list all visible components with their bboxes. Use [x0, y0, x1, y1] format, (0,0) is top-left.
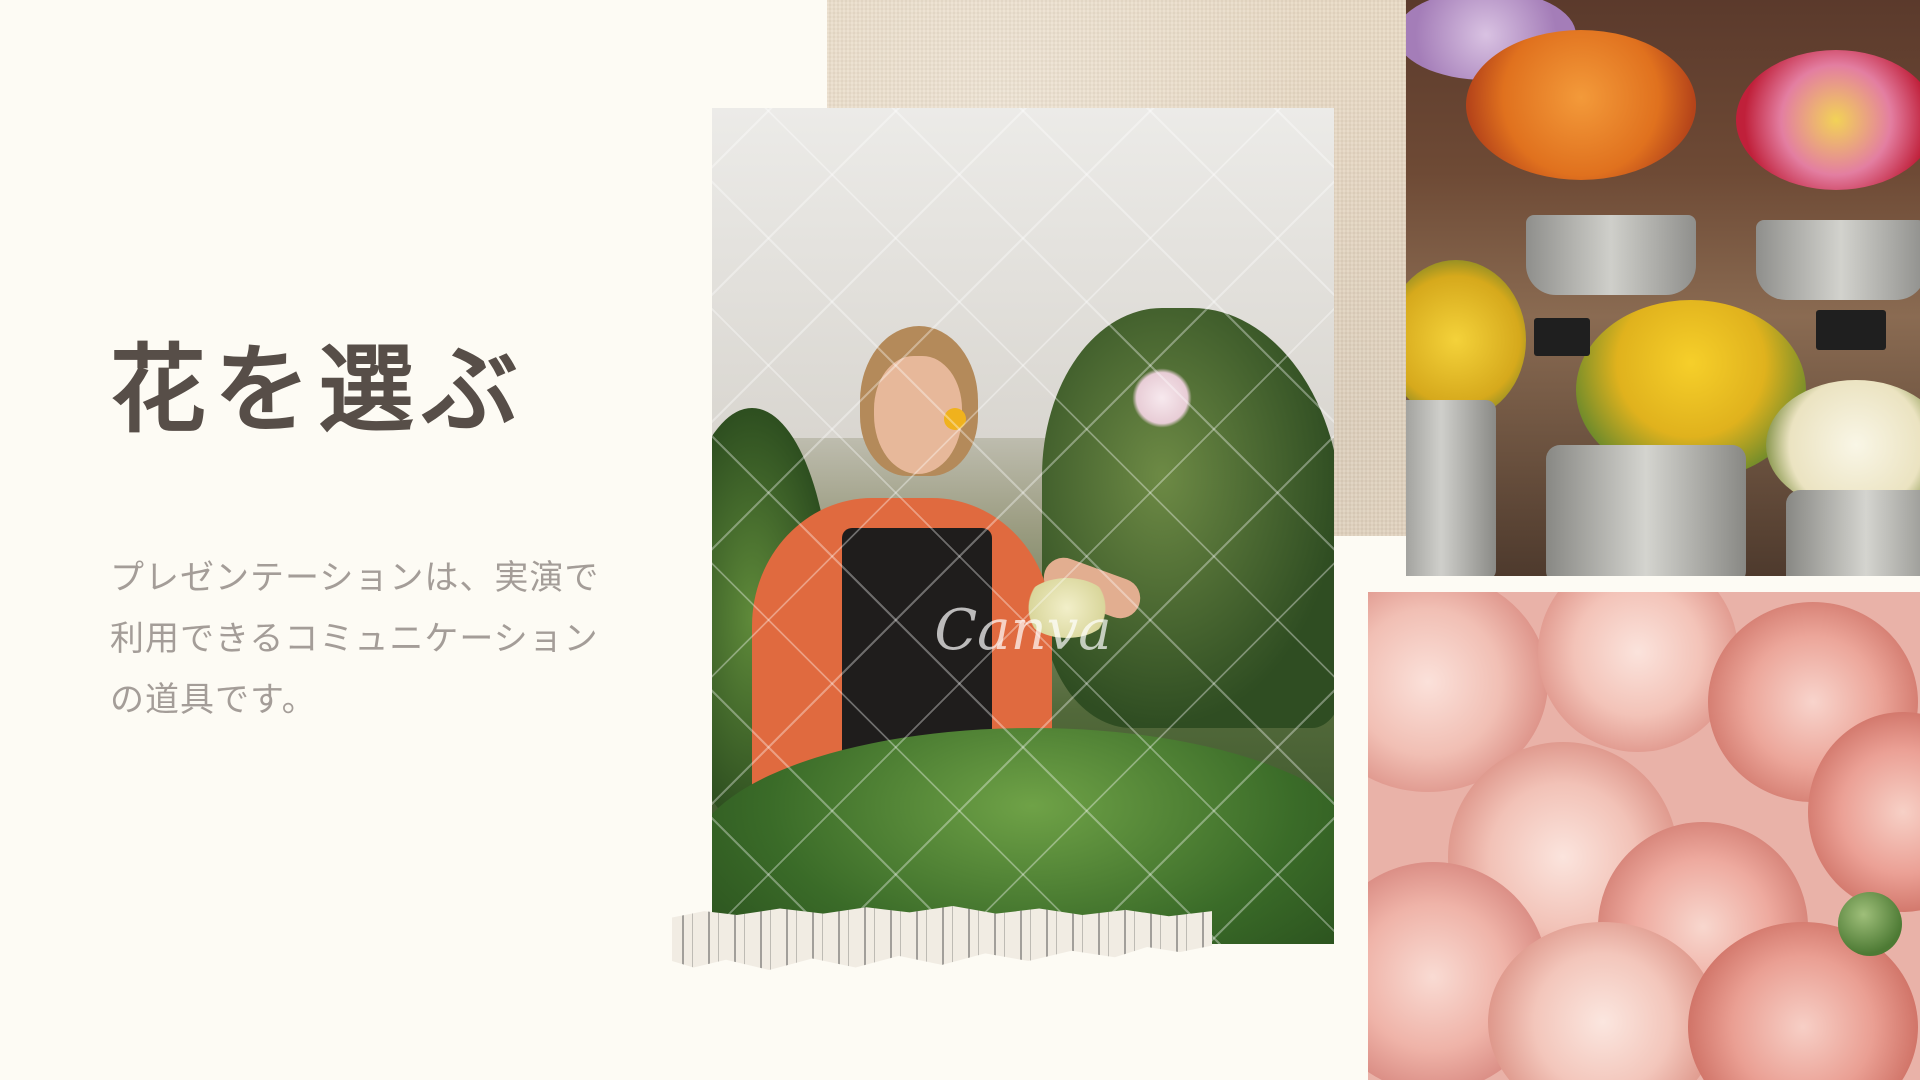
- photo-bud: [1838, 892, 1902, 956]
- photo-chalk-sign: [1534, 318, 1590, 356]
- photo-bucket: [1786, 490, 1920, 576]
- watermark-grid: [712, 108, 1334, 944]
- slide: 花を選ぶ プレゼンテーションは、実演で利用できるコミュニケーションの道具です。 …: [0, 0, 1920, 1080]
- photo-chalk-sign: [1816, 310, 1886, 350]
- slide-title: 花を選ぶ: [110, 334, 526, 446]
- pink-ranunculus-photo: [1368, 592, 1920, 1080]
- photo-yellow-flowers: [1406, 260, 1526, 420]
- photo-flower: [1538, 592, 1738, 752]
- florist-photo: Canva: [712, 108, 1334, 944]
- flower-market-photo: [1406, 0, 1920, 576]
- photo-bucket: [1756, 220, 1920, 300]
- slide-body-text: プレゼンテーションは、実演で利用できるコミュニケーションの道具です。: [110, 558, 600, 720]
- photo-red-flowers: [1736, 50, 1920, 190]
- photo-bucket: [1546, 445, 1746, 576]
- canva-watermark: Canva: [934, 598, 1112, 663]
- newspaper-print-texture: [672, 906, 1212, 970]
- photo-orange-flowers: [1466, 30, 1696, 180]
- torn-newspaper-strip: [672, 906, 1212, 970]
- photo-bucket: [1406, 400, 1496, 576]
- photo-bucket: [1526, 215, 1696, 295]
